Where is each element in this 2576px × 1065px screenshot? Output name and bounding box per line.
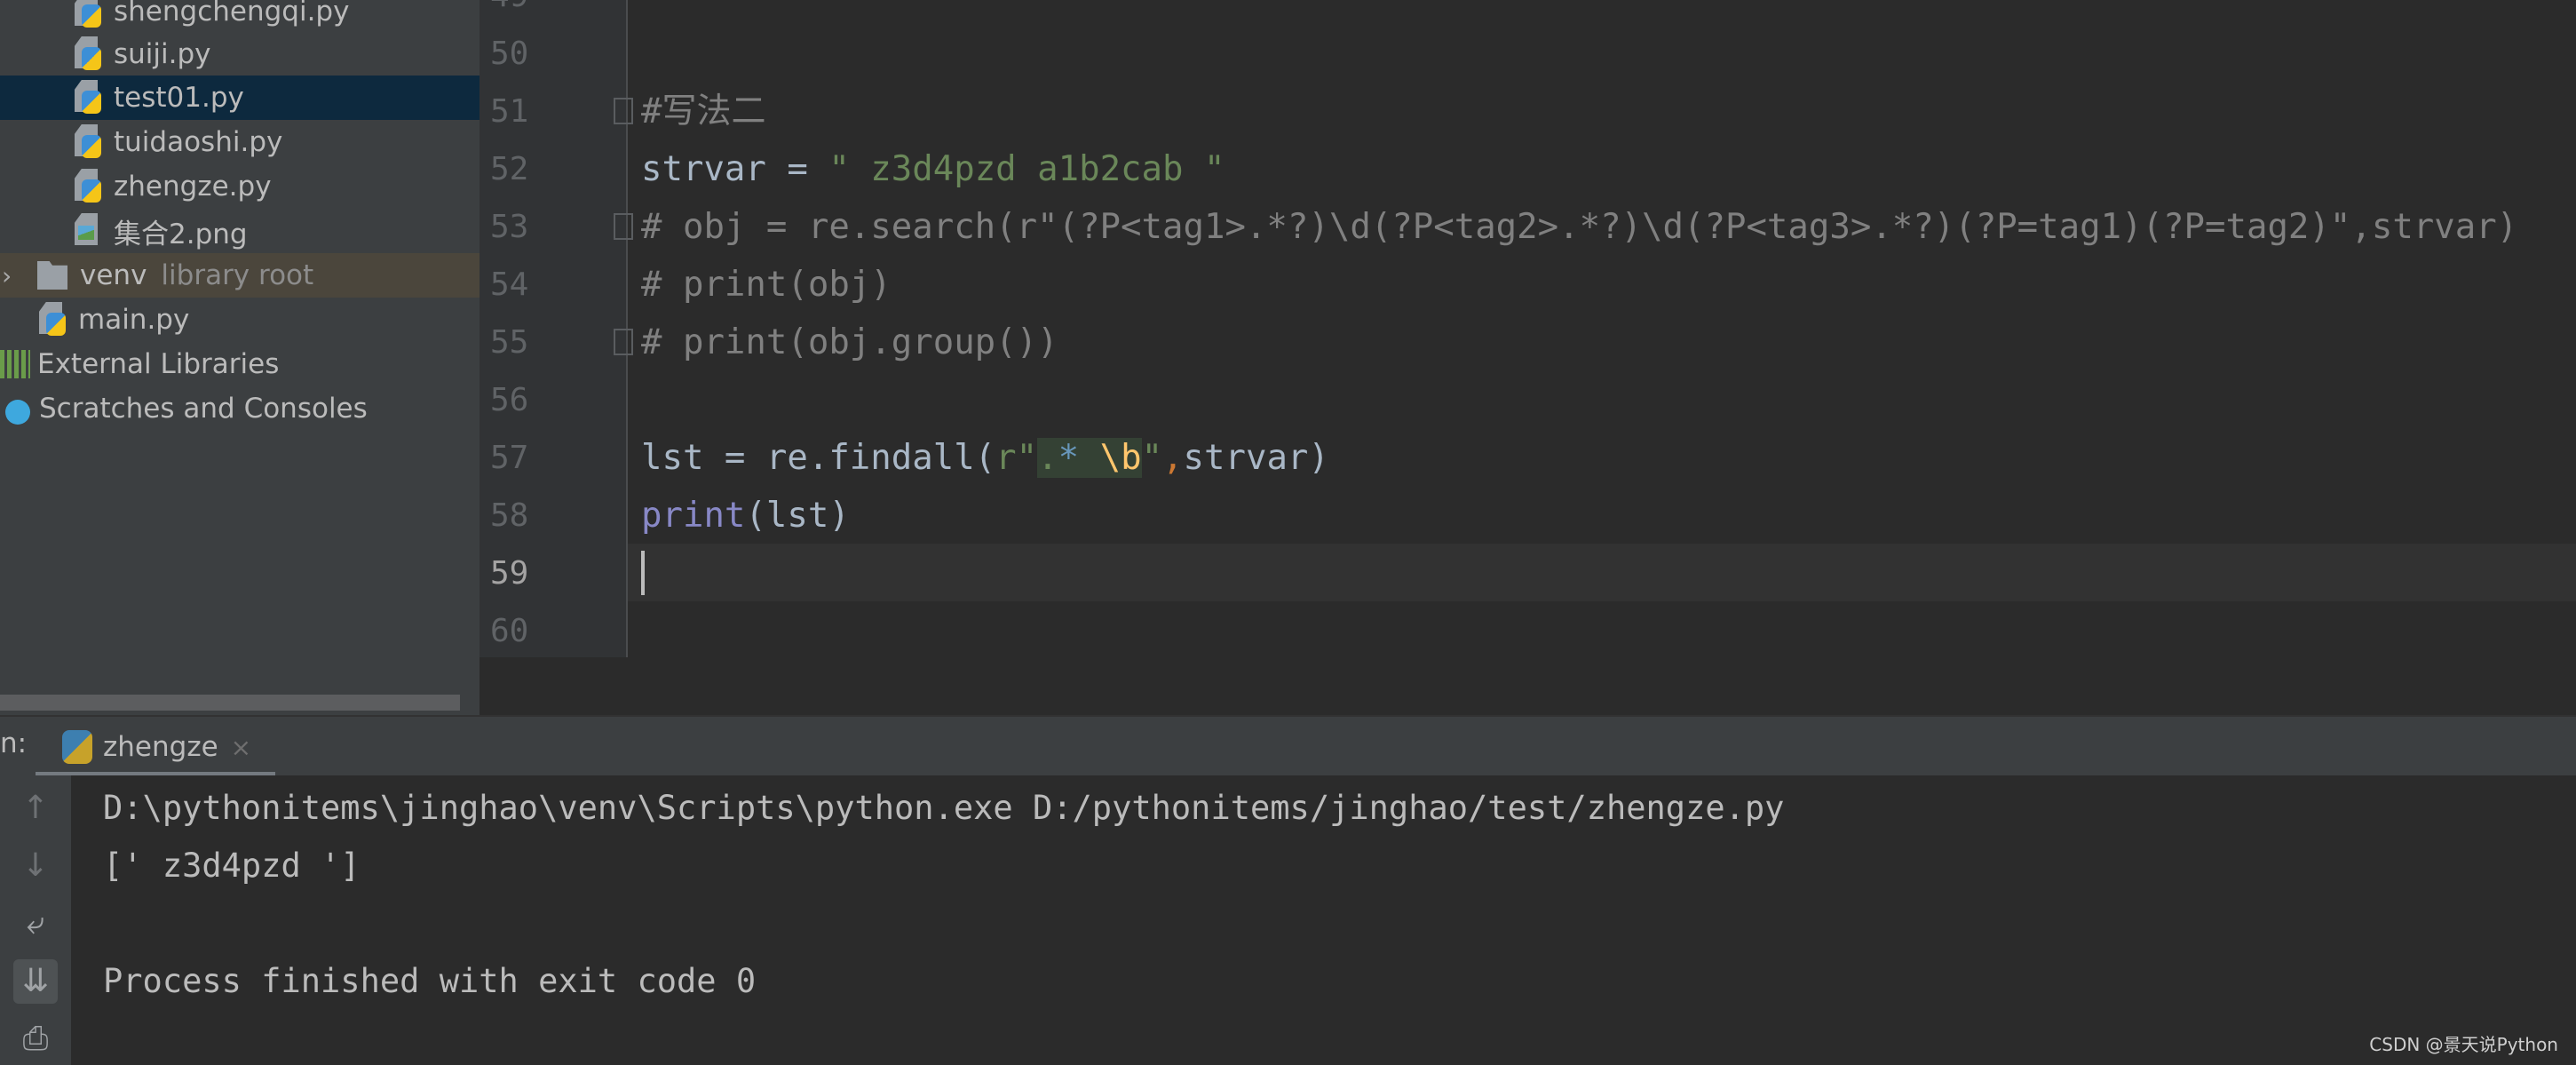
code-token: , — [1162, 438, 1184, 478]
text-caret — [641, 551, 645, 595]
current-line-highlight — [628, 544, 2576, 601]
close-icon[interactable]: × — [231, 733, 251, 762]
chevron-right-icon[interactable]: › — [0, 261, 37, 290]
tree-item-tuidaoshi[interactable]: tuidaoshi.py — [0, 120, 480, 164]
run-toolbar: ↑ ↓ ⤶ ⇊ ⎙ — [0, 775, 71, 1065]
line-number: 51 — [490, 93, 529, 130]
string-literal: " z3d4pzd a1b2cab " — [828, 149, 1225, 189]
code-token: . — [1037, 438, 1058, 478]
image-file-icon — [75, 211, 105, 250]
fold-marker-icon[interactable] — [614, 98, 633, 124]
code-line-57: lst = re.findall(r".* \b",strvar) — [641, 429, 1329, 487]
code-token: strvar = — [641, 149, 829, 189]
library-root-hint: library root — [161, 259, 314, 291]
run-panel-label: n: — [0, 727, 28, 759]
up-arrow-icon[interactable]: ↑ — [13, 786, 58, 831]
down-arrow-icon[interactable]: ↓ — [13, 844, 58, 888]
code-token: * — [1058, 438, 1080, 478]
code-token: print — [641, 496, 746, 536]
line-number: 54 — [490, 266, 529, 303]
scratches-icon — [5, 400, 30, 425]
console-line: D:\pythonitems\jinghao\venv\Scripts\pyth… — [103, 789, 1785, 827]
code-line-51: #写法二 — [641, 91, 766, 131]
tree-item-label: suiji.py — [114, 38, 211, 70]
code-token: \b — [1099, 438, 1142, 478]
code-line-52: strvar = " z3d4pzd a1b2cab " — [641, 140, 1225, 198]
tree-item-label: 集合2.png — [114, 218, 248, 250]
code-token: r" — [995, 438, 1038, 478]
scroll-to-end-icon[interactable]: ⇊ — [13, 959, 58, 1004]
python-icon — [62, 730, 92, 764]
line-number: 53 — [490, 209, 529, 245]
soft-wrap-icon[interactable]: ⤶ — [13, 902, 58, 946]
python-file-icon — [75, 123, 105, 162]
python-file-icon — [75, 78, 105, 117]
tree-item-label: zhengze.py — [114, 171, 272, 203]
tree-item-label: shengchengqi.py — [114, 0, 350, 28]
code-token: " — [1141, 438, 1163, 478]
tree-item-shengchengqi[interactable]: shengchengqi.py — [0, 0, 480, 34]
python-file-icon — [39, 300, 69, 339]
line-number: 50 — [490, 36, 529, 72]
editor-bottom — [480, 657, 2576, 715]
tree-item-label: tuidaoshi.py — [114, 126, 283, 158]
tree-item-label: test01.py — [114, 82, 244, 114]
fold-marker-icon[interactable] — [614, 213, 633, 240]
tree-item-main[interactable]: main.py — [0, 298, 480, 342]
code-token: (lst) — [745, 496, 850, 536]
console-line: [' z3d4pzd '] — [103, 846, 361, 885]
tree-item-label: External Libraries — [37, 348, 280, 380]
python-file-icon — [75, 167, 105, 206]
tab-label: zhengze — [103, 731, 218, 763]
horizontal-scrollbar[interactable] — [0, 695, 460, 711]
code-token: lst = re.findall( — [641, 438, 996, 478]
tree-item-external-libraries[interactable]: External Libraries — [0, 342, 480, 386]
folder-icon — [37, 261, 67, 290]
print-icon[interactable]: ⎙ — [13, 1017, 58, 1061]
python-file-icon — [75, 35, 105, 74]
tree-item-png[interactable]: 集合2.png — [0, 209, 480, 253]
line-number: 57 — [490, 440, 529, 476]
code-token: strvar) — [1183, 438, 1329, 478]
project-tree: shengchengqi.py suiji.py test01.py tuida… — [0, 0, 480, 715]
tree-item-label: venv — [80, 259, 147, 291]
line-number: 49 — [490, 0, 543, 25]
code-line-58: print(lst) — [641, 487, 850, 544]
code-line-53: # obj = re.search(r"(?P<tag1>.*?)\d(?P<t… — [641, 207, 2518, 247]
tree-item-zhengze[interactable]: zhengze.py — [0, 164, 480, 209]
tree-item-suiji[interactable]: suiji.py — [0, 32, 480, 76]
line-number: 58 — [490, 497, 529, 534]
line-number: 60 — [490, 613, 529, 649]
fold-marker-icon[interactable] — [614, 329, 633, 355]
line-number: 55 — [490, 324, 529, 361]
tree-item-label: Scratches and Consoles — [39, 393, 368, 425]
line-number-current: 59 — [490, 555, 529, 592]
watermark: CSDN @景天说Python — [2369, 1034, 2558, 1055]
tree-item-label: main.py — [78, 304, 190, 336]
tree-item-scratches[interactable]: Scratches and Consoles — [0, 386, 480, 431]
line-number: 52 — [490, 151, 529, 187]
code-line-54: # print(obj) — [641, 265, 892, 305]
tree-item-test01[interactable]: test01.py — [0, 76, 480, 120]
python-file-icon — [75, 0, 105, 31]
code-line-55: # print(obj.group()) — [641, 322, 1058, 362]
line-number: 56 — [490, 382, 529, 418]
console-line: Process finished with exit code 0 — [103, 962, 757, 1000]
tree-item-venv[interactable]: › venv library root — [0, 253, 480, 298]
tab-zhengze[interactable]: zhengze × — [36, 717, 275, 777]
libraries-icon — [0, 350, 30, 378]
run-panel-header: n: zhengze × — [0, 715, 2576, 777]
